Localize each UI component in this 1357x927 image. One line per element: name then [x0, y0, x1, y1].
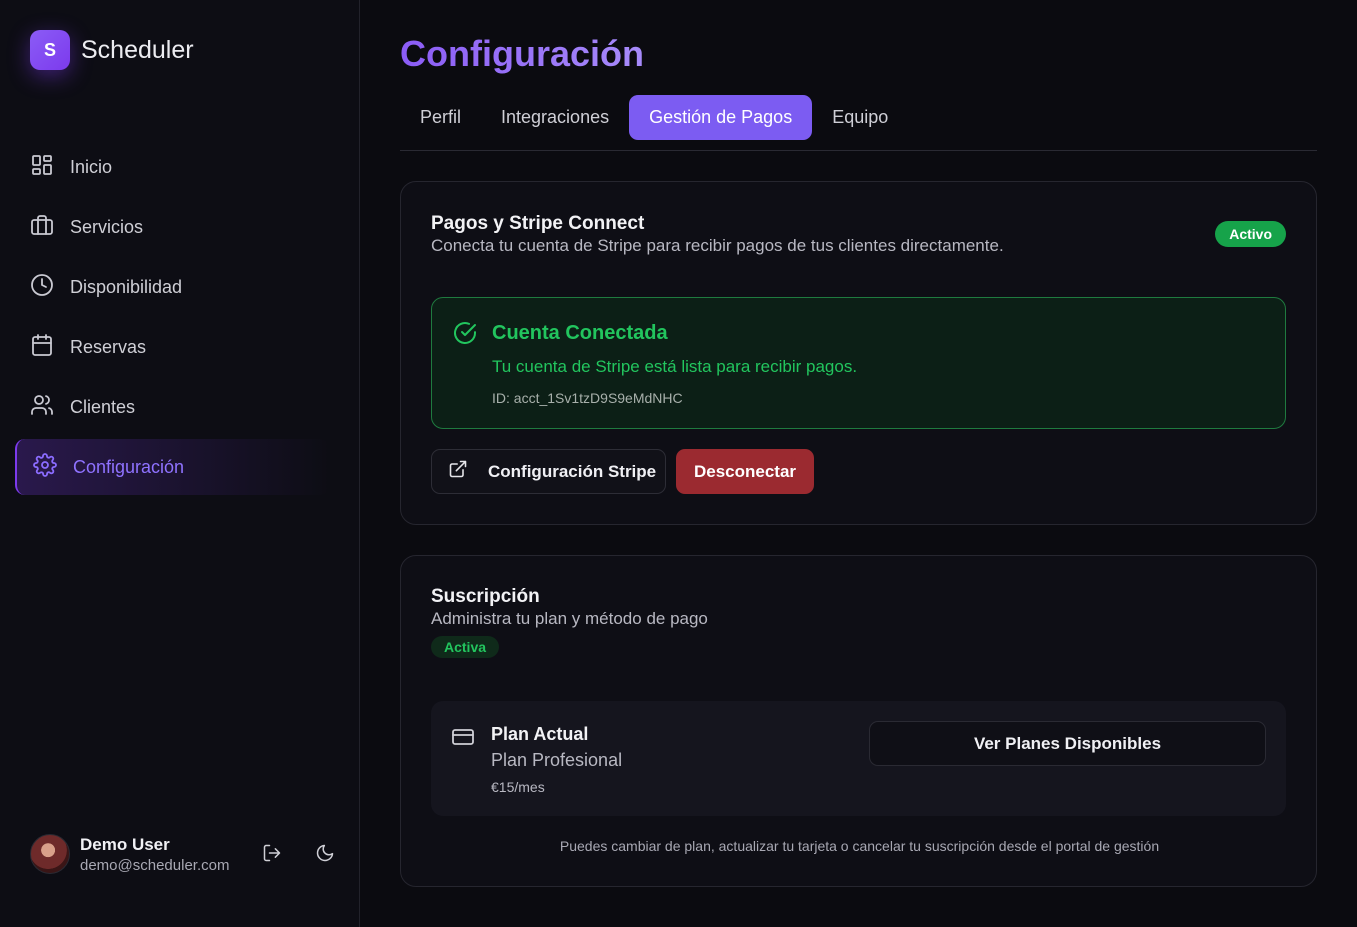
plan-label: Plan Actual [491, 724, 589, 744]
sidebar-item-clientes[interactable]: Clientes [15, 379, 330, 435]
connected-description: Tu cuenta de Stripe está lista para reci… [492, 357, 858, 376]
payments-card: Pagos y Stripe Connect Conecta tu cuenta… [400, 181, 1317, 525]
current-plan-box: Plan Actual Plan Profesional €15/mes Ver… [431, 701, 1286, 816]
sidebar-nav: Inicio Servicios Disponibilidad Reservas [15, 139, 330, 499]
sidebar-item-label: Inicio [70, 156, 113, 177]
user-email: demo@scheduler.com [80, 856, 230, 874]
page-title: Configuración [400, 33, 644, 74]
sidebar-item-label: Servicios [70, 216, 144, 237]
grid-icon [30, 153, 54, 182]
subscription-status-badge: Activa [431, 636, 500, 658]
tab-integraciones[interactable]: Integraciones [481, 95, 629, 140]
logout-icon [262, 843, 282, 868]
credit-card-icon [451, 725, 475, 754]
tab-gestion-de-pagos[interactable]: Gestión de Pagos [629, 95, 813, 140]
plan-price: €15/mes [491, 779, 545, 795]
brand-logo: S [30, 30, 70, 70]
view-plans-button[interactable]: Ver Planes Disponibles [869, 721, 1266, 766]
status-badge: Activo [1215, 221, 1286, 247]
stripe-config-label: Configuración Stripe [488, 461, 657, 481]
sidebar-item-inicio[interactable]: Inicio [15, 139, 330, 195]
payments-title: Pagos y Stripe Connect [431, 213, 645, 234]
tab-equipo[interactable]: Equipo [812, 95, 908, 140]
user-name: Demo User [80, 834, 170, 854]
user-panel: Demo User demo@scheduler.com [30, 834, 340, 874]
stripe-connected-box: Cuenta Conectada Tu cuenta de Stripe est… [431, 297, 1286, 429]
payments-subtitle: Conecta tu cuenta de Stripe para recibir… [431, 236, 1004, 255]
brand-name: Scheduler [81, 35, 194, 64]
subscription-card: Suscripción Administra tu plan y método … [400, 555, 1317, 887]
subscription-footnote: Puedes cambiar de plan, actualizar tu ta… [559, 838, 1160, 854]
user-info: Demo User demo@scheduler.com [80, 835, 229, 874]
connected-title: Cuenta Conectada [492, 322, 668, 344]
check-circle-icon [453, 321, 477, 350]
disconnect-button[interactable]: Desconectar [676, 449, 814, 494]
tab-perfil[interactable]: Perfil [400, 95, 481, 140]
brand[interactable]: S Scheduler [30, 30, 194, 70]
subscription-subtitle: Administra tu plan y método de pago [431, 609, 708, 628]
settings-tabs: Perfil Integraciones Gestión de Pagos Eq… [400, 95, 1317, 151]
logout-button[interactable] [257, 844, 287, 866]
sidebar-item-label: Reservas [70, 336, 147, 357]
sidebar-item-label: Clientes [70, 396, 136, 417]
sidebar: S Scheduler Inicio Servicios Disponibili… [0, 0, 360, 927]
sidebar-item-label: Disponibilidad [70, 276, 183, 297]
theme-toggle-button[interactable] [310, 844, 340, 866]
subscription-title: Suscripción [431, 586, 540, 607]
gear-icon [33, 452, 57, 482]
main-content: Configuración Perfil Integraciones Gesti… [360, 0, 1357, 927]
sidebar-item-reservas[interactable]: Reservas [15, 319, 330, 375]
sidebar-item-disponibilidad[interactable]: Disponibilidad [15, 259, 330, 315]
stripe-account-id: ID: acct_1Sv1tzD9S9eMdNHC [492, 390, 683, 406]
app-root: S Scheduler Inicio Servicios Disponibili… [0, 0, 1357, 927]
sidebar-item-label: Configuración [73, 456, 185, 477]
calendar-icon [30, 333, 54, 362]
plan-name: Plan Profesional [491, 750, 623, 770]
sidebar-item-servicios[interactable]: Servicios [15, 199, 330, 255]
moon-icon [315, 843, 335, 868]
external-link-icon [448, 459, 468, 484]
avatar[interactable] [30, 834, 70, 874]
user-actions [257, 844, 340, 866]
stripe-config-button[interactable]: Configuración Stripe [431, 449, 666, 494]
clock-icon [30, 273, 54, 302]
sidebar-item-configuracion[interactable]: Configuración [15, 439, 330, 495]
briefcase-icon [30, 213, 54, 242]
users-icon [30, 393, 54, 422]
